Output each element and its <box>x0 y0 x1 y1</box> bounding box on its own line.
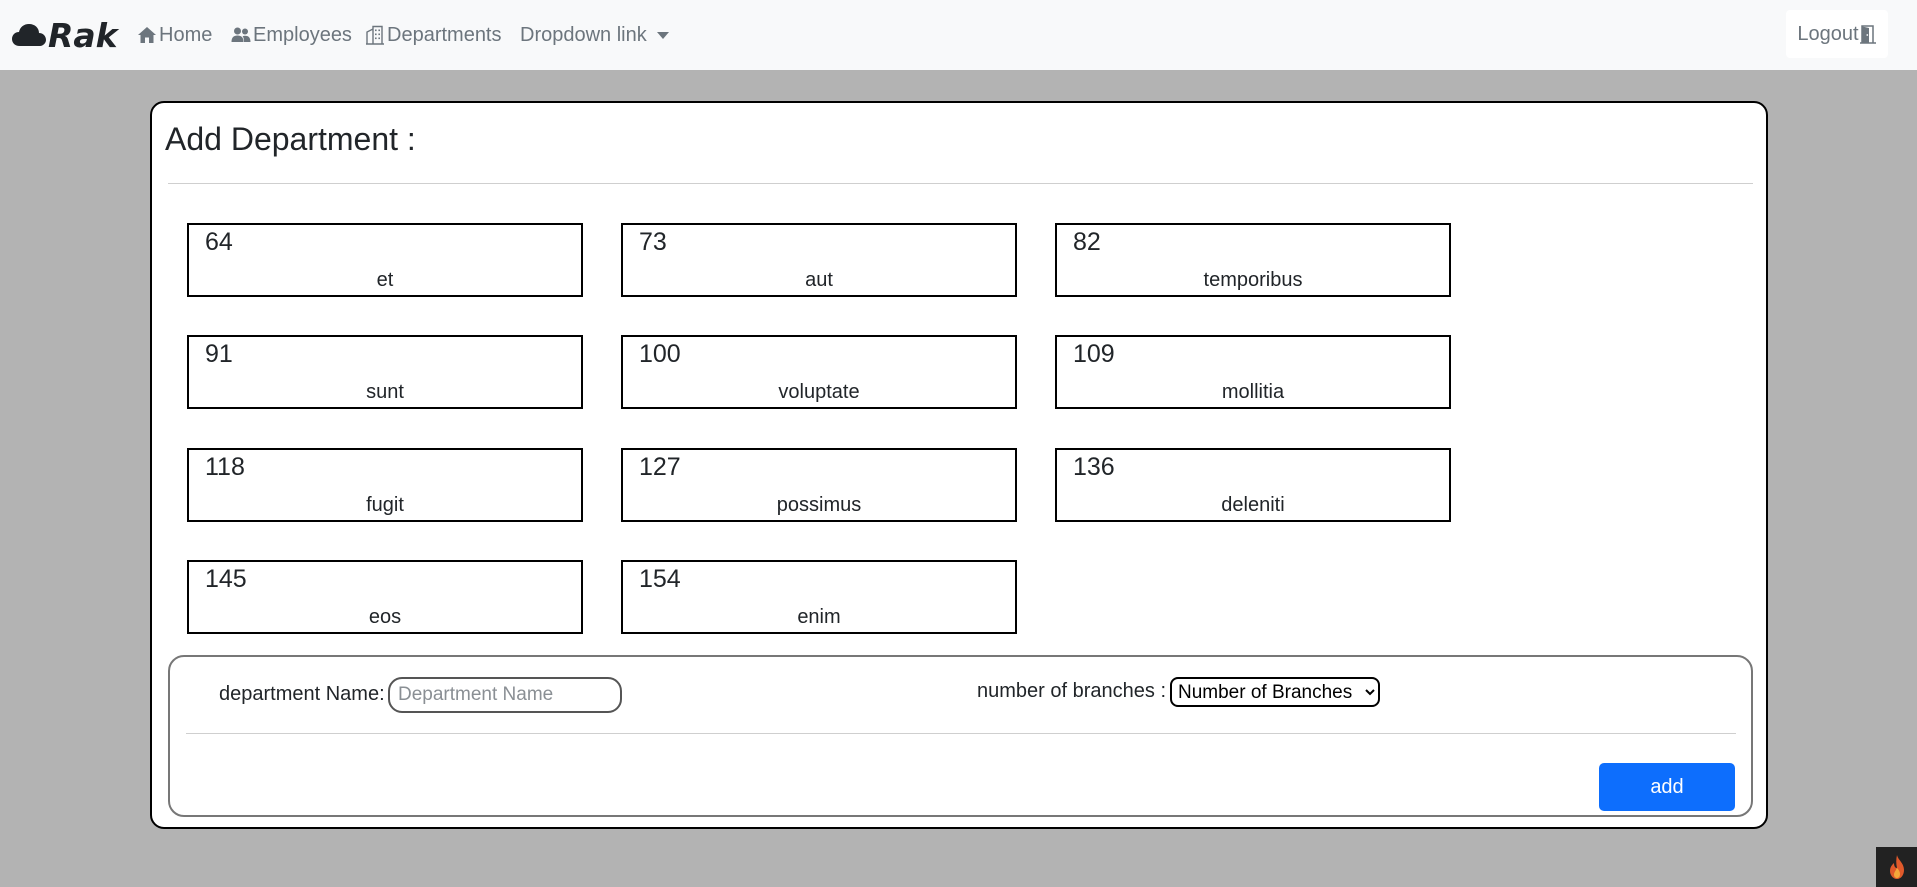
title-divider <box>168 183 1753 184</box>
department-number: 136 <box>1073 453 1115 481</box>
department-name: temporibus <box>1203 269 1303 291</box>
nav-home[interactable]: Home <box>137 22 212 48</box>
add-department-form: department Name: number of branches : Nu… <box>168 655 1753 817</box>
department-name-input[interactable] <box>388 677 622 713</box>
department-name: et <box>376 269 394 291</box>
department-card[interactable]: 154 enim <box>621 560 1017 634</box>
cloud-icon <box>12 24 46 46</box>
flame-icon <box>1889 855 1904 879</box>
department-name: eos <box>368 606 402 628</box>
people-icon <box>231 27 251 42</box>
nav-departments[interactable]: Departments <box>365 22 502 48</box>
department-number: 82 <box>1073 228 1101 256</box>
nav-dropdown-label: Dropdown link <box>520 23 647 46</box>
nav-employees-label: Employees <box>253 23 352 46</box>
nav-dropdown[interactable]: Dropdown link <box>520 22 669 48</box>
add-button[interactable]: add <box>1599 763 1735 811</box>
department-number: 127 <box>639 453 681 481</box>
add-department-panel: Add Department : 64 et 73 aut 82 tempori… <box>150 101 1768 829</box>
department-number: 64 <box>205 228 233 256</box>
house-icon <box>138 27 156 43</box>
department-number: 91 <box>205 340 233 368</box>
logout-button[interactable]: Logout <box>1786 10 1888 58</box>
department-name: possimus <box>776 494 862 516</box>
department-name-label: department Name: <box>219 683 385 705</box>
department-card[interactable]: 127 possimus <box>621 448 1017 522</box>
nav-departments-label: Departments <box>387 23 502 46</box>
department-card[interactable]: 109 mollitia <box>1055 335 1451 409</box>
nav-employees[interactable]: Employees <box>231 22 352 48</box>
department-card[interactable]: 64 et <box>187 223 583 297</box>
caret-down-icon <box>656 31 669 39</box>
department-card[interactable]: 145 eos <box>187 560 583 634</box>
department-card[interactable]: 100 voluptate <box>621 335 1017 409</box>
logout-label: Logout <box>1797 22 1859 45</box>
department-name: mollitia <box>1221 381 1285 403</box>
department-card[interactable]: 82 temporibus <box>1055 223 1451 297</box>
buildings-icon <box>366 25 384 45</box>
form-divider <box>186 733 1736 734</box>
door-open-icon <box>1859 25 1876 44</box>
department-card[interactable]: 136 deleniti <box>1055 448 1451 522</box>
corner-badge[interactable] <box>1876 847 1917 887</box>
department-name: aut <box>805 269 833 291</box>
department-name: voluptate <box>778 381 860 403</box>
department-name: fugit <box>366 494 404 516</box>
navbar: Rak Home Employees Departments Dropdown … <box>0 0 1917 70</box>
branches-select[interactable]: Number of Branches <box>1170 677 1380 707</box>
brand-logo[interactable]: Rak <box>12 15 118 55</box>
brand-text: Rak <box>48 15 118 55</box>
department-number: 154 <box>639 565 681 593</box>
department-card[interactable]: 118 fugit <box>187 448 583 522</box>
page-title: Add Department : <box>165 121 416 157</box>
department-card[interactable]: 73 aut <box>621 223 1017 297</box>
department-name: sunt <box>366 381 404 403</box>
department-name: enim <box>797 606 841 628</box>
department-number: 100 <box>639 340 681 368</box>
department-number: 109 <box>1073 340 1115 368</box>
department-name: deleniti <box>1221 494 1285 516</box>
department-number: 73 <box>639 228 667 256</box>
department-card[interactable]: 91 sunt <box>187 335 583 409</box>
branches-label: number of branches : <box>977 680 1166 702</box>
department-number: 118 <box>205 453 245 481</box>
nav-home-label: Home <box>159 23 213 46</box>
department-number: 145 <box>205 565 247 593</box>
